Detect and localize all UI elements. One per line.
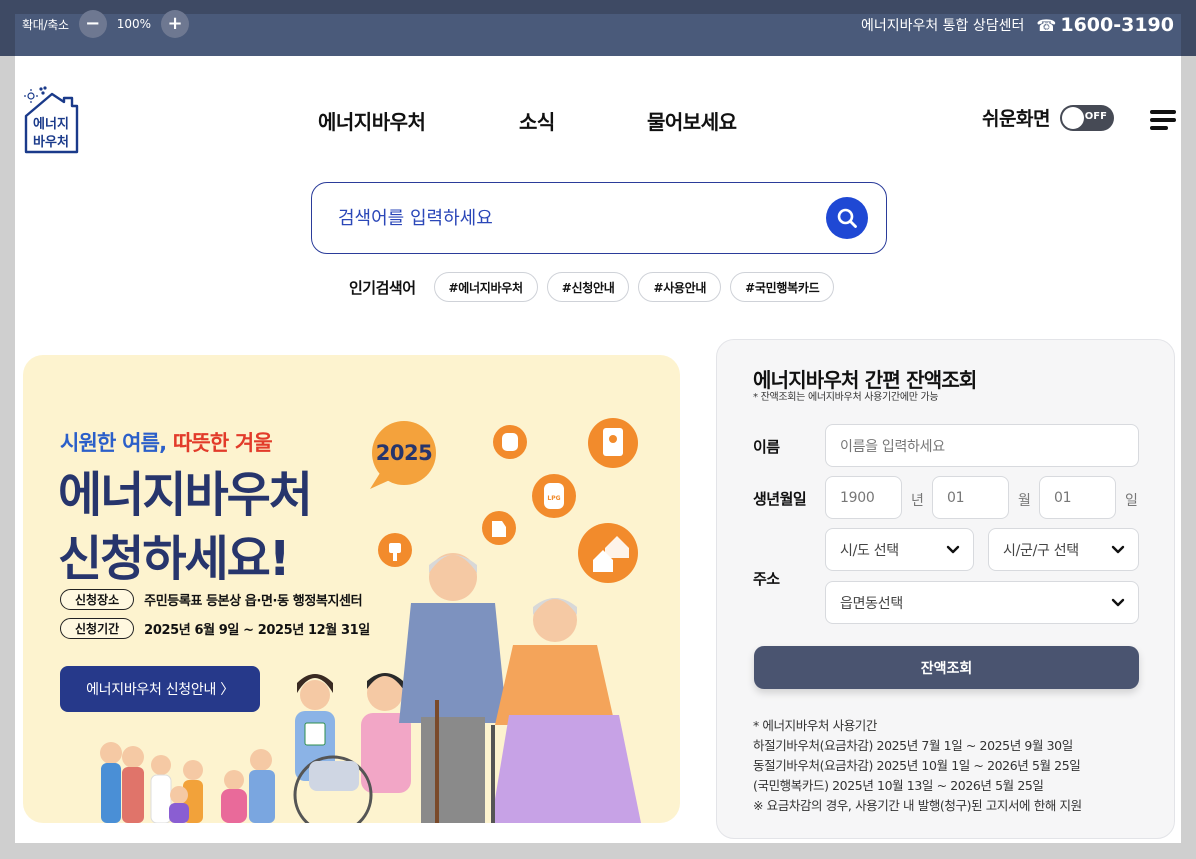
tag-energy-voucher[interactable]: #에너지바우처	[433, 272, 538, 302]
lpg-cylinder-icon: LPG	[532, 474, 576, 518]
logo-line1: 에너지	[33, 116, 69, 132]
phone-icon: ☎	[1036, 15, 1057, 35]
toggle-knob	[1061, 106, 1084, 129]
name-input[interactable]: 이름을 입력하세요	[825, 424, 1139, 467]
place-value: 주민등록표 등본상 읍·면·동 행정복지센터	[144, 594, 363, 609]
search-input[interactable]	[338, 203, 818, 233]
birth-day-input[interactable]: 01	[1039, 476, 1116, 519]
logo-line2: 바우처	[33, 134, 69, 150]
address-label: 주소	[753, 570, 780, 588]
usage-line: 하절기바우처(요금차감) 2025년 7월 1일 ~ 2025년 9월 30일	[753, 738, 1073, 753]
banner-title-line1: 에너지바우처	[58, 467, 313, 523]
grandfather	[399, 553, 507, 823]
name-label: 이름	[753, 438, 780, 456]
chevron-down-icon	[946, 545, 960, 554]
utility-bar: 확대/축소 − 100% + 에너지바우처 통합 상담센터 ☎ 1600-319…	[0, 0, 1196, 56]
search-box	[311, 182, 887, 254]
chevron-down-icon	[1111, 545, 1125, 554]
banner-place-row: 신청장소 주민등록표 등본상 읍·면·동 행정복지센터	[60, 589, 370, 610]
balance-note: * 잔액조회는 에너지바우처 사용기간에만 가능	[753, 392, 939, 403]
easy-mode: 쉬운화면 OFF	[982, 104, 1114, 131]
energy-voucher-logo[interactable]: 에너지 바우처	[24, 86, 80, 154]
popular-label: 인기검색어	[349, 278, 416, 297]
family-crowd	[100, 742, 275, 823]
call-center-label: 에너지바우처 통합 상담센터	[860, 18, 1025, 34]
toggle-state: OFF	[1084, 110, 1107, 122]
birth-month-input[interactable]: 01	[932, 476, 1009, 519]
sun-icon	[24, 89, 38, 103]
usage-line: (국민행복카드) 2025년 10월 13일 ~ 2026년 5월 25일	[753, 778, 1044, 793]
banner-title-line2: 신청하세요!	[58, 531, 291, 587]
zoom-in-button[interactable]: +	[161, 10, 190, 38]
birth-year-input[interactable]: 1900	[825, 476, 902, 519]
eupmyeondong-select-value: 읍면동선택	[840, 595, 903, 612]
tag-application-guide[interactable]: #신청안내	[546, 272, 630, 302]
eupmyeondong-select[interactable]: 읍면동선택	[825, 581, 1139, 624]
search-icon	[837, 208, 857, 228]
zoom-control: 확대/축소 − 100% +	[22, 10, 190, 38]
banner-title: 에너지바우처 신청하세요!	[58, 463, 313, 591]
banner-info: 신청장소 주민등록표 등본상 읍·면·동 행정복지센터 신청기간 2025년 6…	[60, 589, 370, 647]
usage-line: 동절기바우처(요금차감) 2025년 10월 1일 ~ 2026년 5월 25일	[753, 758, 1081, 773]
application-guide-button[interactable]: 에너지바우처 신청안내 〉	[60, 666, 260, 712]
call-center: 에너지바우처 통합 상담센터 ☎ 1600-3190	[861, 10, 1174, 40]
snow-icon	[39, 86, 47, 95]
nav-energy-voucher[interactable]: 에너지바우처	[318, 106, 519, 135]
month-unit: 월	[1018, 493, 1031, 509]
place-pill: 신청장소	[60, 589, 135, 610]
period-value: 2025년 6월 9일 ~ 2025년 12월 31일	[144, 623, 370, 638]
grandmother	[491, 598, 641, 823]
nav-news[interactable]: 소식	[519, 106, 647, 135]
easy-mode-toggle[interactable]: OFF	[1059, 104, 1114, 131]
zoom-level: 100%	[116, 17, 152, 31]
usage-period-info: * 에너지바우처 사용기간 하절기바우처(요금차감) 2025년 7월 1일 ~…	[753, 716, 1082, 816]
year-unit: 년	[911, 493, 924, 509]
main-nav: 에너지바우처 소식 물어보세요	[318, 106, 737, 135]
zoom-out-button[interactable]: −	[78, 10, 107, 38]
home-heating-icon	[578, 523, 638, 583]
promo-banner[interactable]: LPG 2025 시원한 여름, 따뜻한 겨울 에너지바우처 신청하세요! 신청…	[23, 355, 680, 823]
balance-submit-button[interactable]: 잔액조회	[754, 646, 1139, 689]
chevron-down-icon	[1111, 598, 1125, 607]
boiler-icon	[588, 418, 638, 468]
period-pill: 신청기간	[60, 618, 135, 639]
nav-ask[interactable]: 물어보세요	[647, 106, 737, 135]
main-page: 에너지 바우처 에너지바우처 소식 물어보세요 쉬운화면 OFF 인기검색어 #	[15, 56, 1181, 843]
banner-subtitle: 시원한 여름, 따뜻한 겨울	[60, 427, 273, 457]
plug-icon	[378, 533, 412, 567]
zoom-label: 확대/축소	[22, 17, 69, 32]
search-button[interactable]	[826, 197, 868, 239]
sigungu-select-value: 시/군/구 선택	[1003, 542, 1079, 559]
sido-select[interactable]: 시/도 선택	[825, 528, 974, 571]
oil-can-icon	[482, 511, 516, 545]
badge-year: 2025	[375, 441, 433, 465]
day-unit: 일	[1125, 493, 1138, 509]
wheelchair	[293, 755, 373, 823]
gas-tank-icon	[493, 425, 527, 459]
sido-select-value: 시/도 선택	[840, 542, 899, 559]
balance-inquiry-panel: 에너지바우처 간편 잔액조회 * 잔액조회는 에너지바우처 사용기간에만 가능 …	[716, 339, 1175, 839]
banner-period-row: 신청기간 2025년 6월 9일 ~ 2025년 12월 31일	[60, 618, 370, 639]
easy-mode-label: 쉬운화면	[982, 108, 1050, 130]
popular-keywords: 인기검색어 #에너지바우처 #신청안내 #사용안내 #국민행복카드	[349, 272, 835, 302]
tag-happiness-card[interactable]: #국민행복카드	[730, 272, 835, 302]
birth-label: 생년월일	[753, 490, 807, 508]
banner-subtitle-summer: 시원한 여름,	[60, 431, 167, 455]
phone-number: 1600-3190	[1060, 14, 1174, 36]
phone-link[interactable]: ☎ 1600-3190	[1036, 14, 1174, 36]
menu-icon[interactable]	[1150, 110, 1176, 130]
sigungu-select[interactable]: 시/군/구 선택	[988, 528, 1139, 571]
usage-line: ※ 요금차감의 경우, 사용기간 내 발행(청구)된 고지서에 한해 지원	[753, 798, 1082, 813]
tag-usage-guide[interactable]: #사용안내	[638, 272, 722, 302]
lpg-label: LPG	[547, 495, 560, 502]
banner-subtitle-winter: 따뜻한 겨울	[172, 431, 273, 455]
year-badge: 2025	[368, 421, 440, 489]
usage-line: * 에너지바우처 사용기간	[753, 718, 877, 733]
